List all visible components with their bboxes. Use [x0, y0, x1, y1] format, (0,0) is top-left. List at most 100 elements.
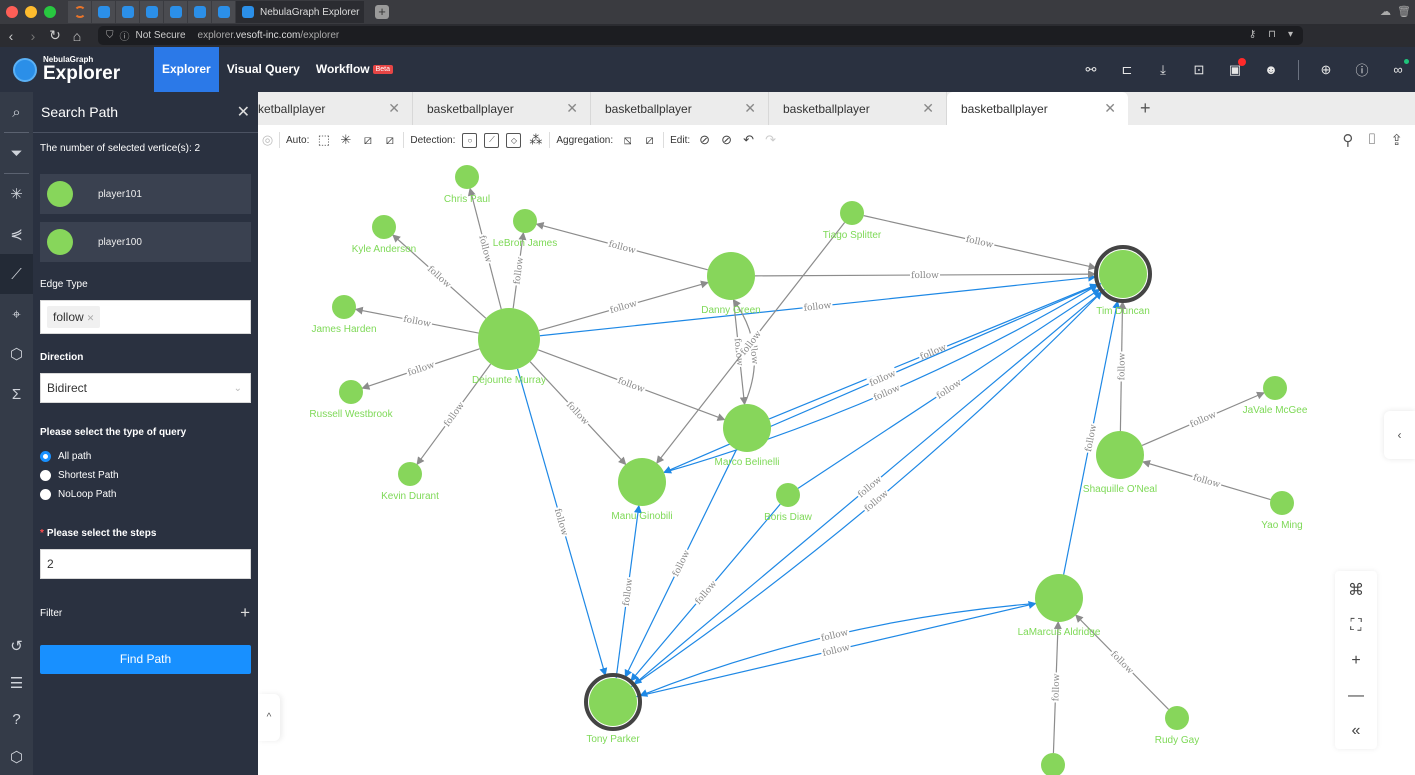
back-icon[interactable]: ‹ — [0, 28, 22, 44]
search-icon[interactable]: ⌕ — [0, 92, 33, 132]
reload-icon[interactable]: ↻ — [44, 27, 66, 44]
close-window-button[interactable] — [6, 6, 18, 18]
graph-node[interactable]: Chris Paul — [444, 165, 490, 205]
expand-side-panel-button[interactable]: ‹ — [1384, 411, 1415, 459]
zoom-in-icon[interactable]: + — [1351, 652, 1360, 670]
close-icon[interactable]: ✕ — [237, 102, 250, 122]
language-icon[interactable]: ⊕ — [1317, 62, 1335, 78]
radio-all-path[interactable]: All path — [40, 451, 258, 462]
node-circle[interactable] — [1099, 250, 1147, 298]
node-circle[interactable] — [455, 165, 479, 189]
graph-node[interactable]: Marco Belinelli — [714, 404, 780, 468]
node-circle[interactable] — [1096, 431, 1144, 479]
browser-tab[interactable] — [92, 1, 115, 23]
export-icon[interactable]: ⇪ — [1390, 131, 1403, 149]
bookmark-icon[interactable]: ⊓ — [1268, 29, 1276, 40]
key-icon[interactable]: ⚷ — [1249, 29, 1256, 40]
canvas-tab[interactable]: basketballplayer ✕ — [769, 92, 947, 125]
browser-tab-active[interactable]: NebulaGraph Explorer — [236, 1, 364, 23]
connection-icon[interactable]: ∞ — [1389, 59, 1409, 77]
graph-node[interactable]: Kyle Anderson — [352, 215, 417, 255]
browser-tab[interactable] — [212, 1, 235, 23]
node-circle[interactable] — [1270, 491, 1294, 515]
graph-node[interactable]: Tony Parker — [584, 673, 642, 745]
dropdown-icon[interactable]: ▾ — [1288, 29, 1293, 40]
history-icon[interactable]: ↺ — [0, 627, 33, 664]
graph-canvas[interactable]: follow follow follow follow follow follow foll… — [258, 155, 1415, 775]
canvas-tab[interactable]: basketballplayer ✕ — [413, 92, 591, 125]
nav-explorer[interactable]: Explorer — [154, 47, 219, 92]
browser-tab[interactable] — [188, 1, 211, 23]
close-tab-icon[interactable]: ✕ — [1104, 100, 1116, 117]
graph-node[interactable]: Danny Green — [701, 252, 761, 316]
path-icon[interactable]: ⟋ — [0, 254, 33, 294]
camera-icon[interactable]: ⌷ — [1367, 131, 1376, 149]
node-circle[interactable] — [840, 201, 864, 225]
close-tab-icon[interactable]: ✕ — [744, 100, 756, 117]
add-canvas-tab-button[interactable]: + — [1140, 98, 1151, 119]
edge-detect-icon[interactable]: ⟋ — [484, 132, 500, 148]
edge-type-select[interactable]: follow ✕ — [40, 300, 251, 334]
node-circle[interactable] — [478, 308, 540, 370]
nav-workflow[interactable]: Workflow Beta — [308, 47, 401, 92]
graph-node[interactable]: Manu Ginobili — [611, 458, 673, 522]
graph-node[interactable]: Tiago Splitter — [823, 201, 882, 241]
hexagon-icon[interactable]: ⬡ — [0, 738, 33, 775]
settings-list-icon[interactable]: ☰ — [0, 664, 33, 701]
filter-icon[interactable]: ⏷ — [0, 133, 33, 173]
visibility-icon[interactable]: ◎ — [260, 132, 275, 148]
add-filter-icon[interactable]: + — [240, 603, 250, 623]
close-tab-icon[interactable]: ✕ — [922, 100, 934, 117]
node-circle[interactable] — [398, 462, 422, 486]
graph-svg[interactable]: followfollow followfollowfollowfollowfoll… — [258, 155, 1415, 775]
cluster-detect-icon[interactable]: ⁂ — [528, 132, 543, 148]
node-circle[interactable] — [372, 215, 396, 239]
nav-visual-query[interactable]: Visual Query — [219, 47, 308, 92]
graph-node[interactable]: Russell Westbrook — [309, 380, 394, 420]
browser-tab[interactable] — [68, 1, 91, 23]
browser-tab[interactable] — [116, 1, 139, 23]
aggregate-edges-icon[interactable]: ⧅ — [620, 132, 635, 148]
maximize-window-button[interactable] — [44, 6, 56, 18]
remove-tag-icon[interactable]: ✕ — [87, 313, 95, 323]
canvas-tab-active[interactable]: basketballplayer ✕ — [947, 92, 1128, 125]
graph-node[interactable]: Tim Duncan — [1094, 245, 1152, 317]
node-circle[interactable] — [1035, 574, 1083, 622]
schema-icon[interactable]: ⚯ — [1082, 62, 1100, 78]
node-circle[interactable] — [707, 252, 755, 300]
auto-link-icon[interactable]: ⧄ — [360, 132, 375, 148]
sum-icon[interactable]: Σ — [0, 374, 33, 414]
graph-node[interactable]: James Harden — [311, 295, 377, 335]
selected-vertex[interactable]: player101 — [40, 174, 251, 214]
redo-icon[interactable]: ↷ — [763, 132, 778, 148]
expand-icon[interactable]: ✳ — [0, 174, 33, 214]
home-icon[interactable]: ⌂ — [66, 28, 88, 44]
graph-node[interactable] — [1041, 753, 1065, 775]
selected-vertex[interactable]: player100 — [40, 222, 251, 262]
hide-others-icon[interactable]: ⊘ — [719, 132, 734, 148]
radio-noloop-path[interactable]: NoLoop Path — [40, 489, 258, 500]
node-circle[interactable] — [723, 404, 771, 452]
console-icon[interactable]: ⊡ — [1190, 62, 1208, 78]
canvas-tab[interactable]: basketballplayer ✕ — [591, 92, 769, 125]
layout-icon[interactable]: ⌘ — [1348, 580, 1364, 600]
zoom-out-icon[interactable]: — — [1348, 687, 1364, 705]
close-tab-icon[interactable]: ✕ — [388, 100, 400, 117]
node-circle[interactable] — [1165, 706, 1189, 730]
new-tab-button[interactable]: + — [375, 5, 389, 19]
direction-select[interactable]: Bidirect ⌄ — [40, 373, 251, 403]
graph-node[interactable]: Kevin Durant — [381, 462, 439, 502]
undo-icon[interactable]: ↶ — [741, 132, 756, 148]
graph-node[interactable]: Rudy Gay — [1155, 706, 1199, 746]
trash-icon[interactable]: 🗑 — [1397, 5, 1411, 18]
import-icon[interactable]: ⤓ — [1154, 62, 1172, 78]
node-circle[interactable] — [332, 295, 356, 319]
help-icon[interactable]: ⓘ — [1353, 60, 1371, 79]
forward-icon[interactable]: › — [22, 28, 44, 44]
team-icon[interactable]: ☻ — [1262, 62, 1280, 77]
minimize-window-button[interactable] — [25, 6, 37, 18]
node-detect-icon[interactable]: ○ — [462, 132, 478, 148]
disaggregate-edges-icon[interactable]: ⧄ — [642, 132, 657, 148]
node-circle[interactable] — [513, 209, 537, 233]
graph-algo-icon[interactable]: ⬡ — [0, 334, 33, 374]
